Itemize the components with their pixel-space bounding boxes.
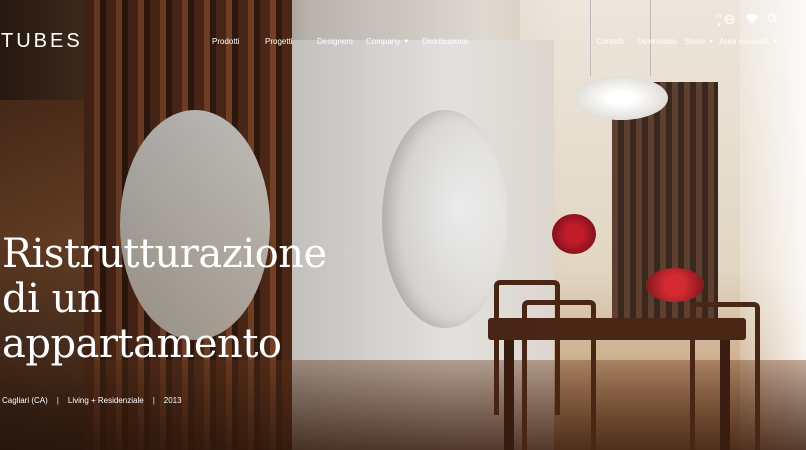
title-line: Ristrutturazione <box>2 231 327 277</box>
language-label-group: IT ▾ <box>716 14 722 30</box>
main-nav: Prodotti Progetti Designers Company ▼ Di… <box>212 37 468 46</box>
chevron-down-icon: ▼ <box>708 38 715 45</box>
chevron-down-icon: ▼ <box>772 38 778 45</box>
chevron-down-icon: ▾ <box>717 22 721 29</box>
nav-label: Progetti <box>265 37 293 46</box>
globe-icon <box>724 14 735 25</box>
nav-label: Prodotti <box>212 37 240 46</box>
project-year: 2013 <box>163 396 182 405</box>
nav-label: Distribuzione <box>422 37 469 46</box>
nav-item-designers[interactable]: Designers <box>317 37 366 46</box>
meta-separator: | <box>56 396 59 405</box>
nav-label: Storie <box>684 37 706 46</box>
title-line: appartamento <box>2 321 282 367</box>
nav-label: Designers <box>317 37 354 46</box>
hero-overlay <box>0 0 806 450</box>
language-code: IT <box>716 14 723 21</box>
nav-label: Downloads <box>637 37 677 46</box>
nav-label: Area riservata <box>719 37 770 46</box>
search-icon[interactable] <box>767 13 778 24</box>
nav-label: Contatti <box>596 37 624 46</box>
project-category: Living + Residenziale <box>67 396 144 405</box>
hero-image <box>0 0 806 450</box>
nav-label: Company <box>366 37 401 46</box>
heart-icon[interactable] <box>746 13 758 24</box>
page-title: Ristrutturazione di un appartamento <box>2 232 327 367</box>
brand-logo[interactable]: TUBES <box>1 30 83 53</box>
secondary-nav: Contatti Downloads Storie ▼ Area riserva… <box>596 37 778 46</box>
nav-item-prodotti[interactable]: Prodotti <box>212 37 265 46</box>
meta-separator: | <box>152 396 155 405</box>
nav-item-contatti[interactable]: Contatti <box>596 37 637 46</box>
project-location: Cagliari (CA) <box>2 396 48 405</box>
chevron-down-icon: ▼ <box>403 38 410 45</box>
project-meta: Cagliari (CA) | Living + Residenziale | … <box>2 396 182 405</box>
nav-item-downloads[interactable]: Downloads <box>637 37 684 46</box>
title-line: di un <box>2 276 103 322</box>
nav-item-area-riservata[interactable]: Area riservata ▼ <box>719 37 778 46</box>
nav-item-distribuzione[interactable]: Distribuzione <box>422 37 468 46</box>
nav-item-company[interactable]: Company ▼ <box>366 37 422 46</box>
language-selector[interactable]: IT ▾ <box>716 14 735 30</box>
nav-item-progetti[interactable]: Progetti <box>265 37 317 46</box>
nav-item-storie[interactable]: Storie ▼ <box>684 37 719 46</box>
